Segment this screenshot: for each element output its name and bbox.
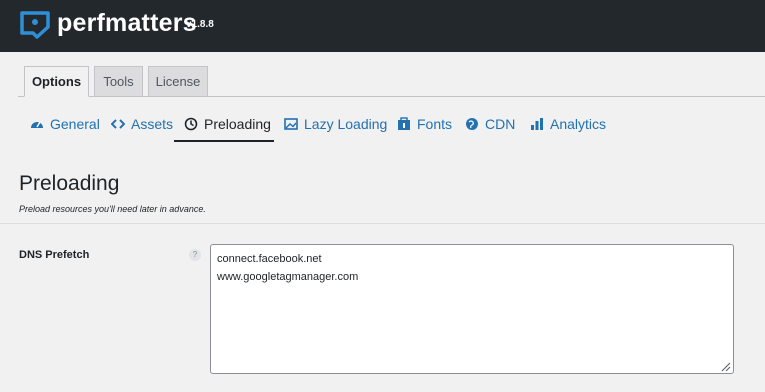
chart-bar-icon [531,118,543,130]
perfmatters-logo-icon [20,11,50,39]
subnav-preloading-label: Preloading [204,116,271,132]
dns-prefetch-label: DNS Prefetch [19,249,90,261]
tab-options[interactable]: Options [24,66,89,97]
subnav-fonts-label: Fonts [417,116,453,132]
subnav-lazy-loading[interactable]: Lazy Loading [284,114,387,142]
images-icon [284,118,298,130]
code-icon [111,119,125,129]
subnav-general-label: General [50,116,100,132]
tab-license[interactable]: License [148,66,208,97]
section-divider [0,223,765,224]
clock-icon [184,117,198,131]
subnav-assets-label: Assets [131,116,174,132]
subnav-analytics[interactable]: Analytics [530,114,606,142]
subnav-analytics-label: Analytics [550,116,607,132]
subnav-preloading[interactable]: Preloading [174,114,274,142]
fonts-icon [398,117,410,130]
brand-name: perfmatters [57,9,197,37]
subnav-general[interactable]: General [30,114,100,142]
subnav-lazy-loading-label: Lazy Loading [304,116,388,132]
subnav-cdn[interactable]: CDN [465,114,515,142]
subnav-assets[interactable]: Assets [111,114,173,142]
resize-grip-icon[interactable] [719,360,731,372]
version-label: v1.8.8 [186,19,214,30]
help-tooltip-icon[interactable]: ? [189,249,201,261]
dns-prefetch-textarea[interactable]: connect.facebook.net www.googletagmanage… [210,244,734,374]
subnav-fonts[interactable]: Fonts [397,114,452,142]
top-bar: perfmatters v1.8.8 [0,0,765,52]
page-title: Preloading [19,172,120,195]
subnav-cdn-label: CDN [485,116,516,132]
tab-tools[interactable]: Tools [94,66,143,97]
globe-icon [466,118,478,130]
page-description: Preload resources you'll need later in a… [19,204,206,214]
dashboard-icon [31,121,43,128]
